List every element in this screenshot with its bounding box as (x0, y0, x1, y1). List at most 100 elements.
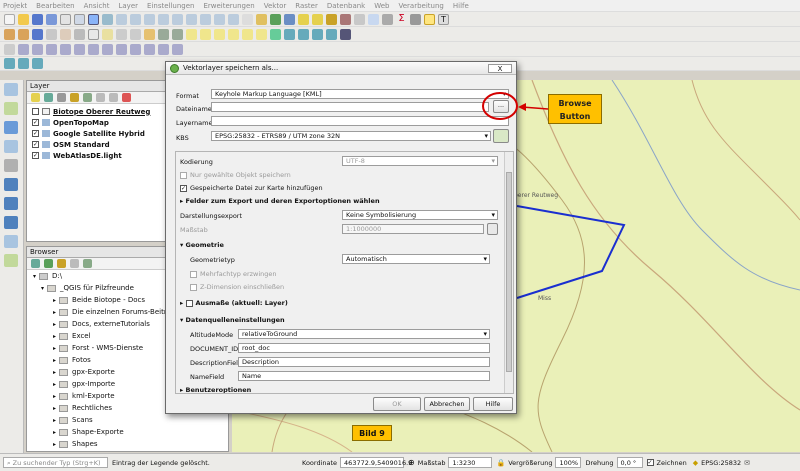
label-rotate-icon[interactable] (242, 28, 253, 40)
layername-input[interactable] (211, 116, 509, 126)
new-bookmark-icon[interactable] (256, 13, 267, 25)
select-icon[interactable] (298, 13, 309, 25)
expand-arrow-icon[interactable]: ▸ (53, 405, 56, 412)
open-folder-icon[interactable] (18, 13, 29, 25)
menu-raster[interactable]: Raster (295, 2, 318, 10)
expand-arrow-icon[interactable]: ▸ (53, 321, 56, 328)
add-spatialite-icon[interactable] (4, 140, 18, 153)
koordinate-value[interactable]: 463772.9,5409016.9 (340, 457, 412, 468)
menu-bearbeiten[interactable]: Bearbeiten (36, 2, 74, 10)
select-value-icon[interactable] (312, 13, 323, 25)
add-part-icon[interactable] (60, 43, 71, 55)
expand-arrow-icon[interactable]: ▸ (53, 297, 56, 304)
menu-einstellungen[interactable]: Einstellungen (147, 2, 194, 10)
format-select[interactable]: Keyhole Markup Language [KML] (211, 89, 509, 99)
save-as-icon[interactable] (46, 13, 57, 25)
bookmark-icon[interactable] (242, 13, 253, 25)
browser-filter-icon[interactable] (57, 259, 66, 268)
vergroesserung-value[interactable]: 100% (555, 457, 582, 468)
zoom-rubber-icon[interactable] (144, 13, 155, 25)
add-feature-icon[interactable] (60, 28, 71, 40)
merge-icon[interactable] (172, 43, 183, 55)
expand-arrow-icon[interactable]: ▸ (53, 441, 56, 448)
copy-icon[interactable] (130, 28, 141, 40)
help-button[interactable]: Hilfe (473, 397, 513, 411)
save-icon[interactable] (32, 13, 43, 25)
namefield-input[interactable]: Name (238, 371, 490, 381)
crs-selector-icon[interactable] (493, 129, 509, 143)
zoom-full-icon[interactable] (158, 13, 169, 25)
ok-button[interactable]: OK (373, 397, 421, 411)
mehrfachtyp-row[interactable]: Mehrfachtyp erzwingen (190, 270, 277, 278)
nur-gewaehlte-checkbox[interactable] (180, 171, 187, 179)
mehrfachtyp-checkbox[interactable] (190, 270, 197, 278)
globe-icon[interactable] (284, 28, 295, 40)
add-wms-icon[interactable] (4, 178, 18, 191)
wms-icon[interactable] (298, 28, 309, 40)
label-show-icon[interactable] (214, 28, 225, 40)
scrollbar-thumb[interactable] (506, 172, 512, 372)
identify-icon[interactable] (284, 13, 295, 25)
browse-button[interactable]: ... (493, 100, 509, 113)
filter-expression-icon[interactable] (83, 93, 92, 102)
massstab-input[interactable]: 1:1000000 (342, 224, 484, 234)
drehung-value[interactable]: 0,0 ° (616, 457, 643, 468)
gespeicherte-checkbox[interactable]: ✓ (180, 184, 187, 192)
expand-arrow-icon[interactable]: ▸ (53, 417, 56, 424)
locator-search[interactable]: ⌕ Zu suchender Typ (Strg+K) (3, 457, 108, 468)
geometrie-section[interactable]: ▾ Geometrie (180, 241, 224, 249)
digitize-icon[interactable] (46, 28, 57, 40)
menu-ansicht[interactable]: Ansicht (84, 2, 110, 10)
z-dimension-checkbox[interactable] (190, 283, 197, 291)
print-layout-icon[interactable] (60, 13, 71, 25)
toolbox-icon[interactable] (368, 13, 379, 25)
add-vector-layer-icon[interactable] (4, 83, 18, 96)
split-parts-icon[interactable] (158, 43, 169, 55)
geometrietyp-select[interactable]: Automatisch (342, 254, 490, 264)
zoom-last-icon[interactable] (214, 13, 225, 25)
label-move-icon[interactable] (228, 28, 239, 40)
collapse-arrow-icon[interactable]: ▾ (33, 273, 36, 280)
expand-arrow-icon[interactable]: ▸ (53, 357, 56, 364)
pan-to-selection-icon[interactable] (102, 13, 113, 25)
expand-arrow-icon[interactable]: ▸ (53, 309, 56, 316)
menu-projekt[interactable]: Projekt (3, 2, 27, 10)
open-styling-icon[interactable] (31, 93, 40, 102)
menu-erweiterungen[interactable]: Erweiterungen (203, 2, 254, 10)
attribute-table-icon[interactable] (340, 13, 351, 25)
coordinate-toggle-icon[interactable]: ⊕ (408, 458, 415, 467)
expand-arrow-icon[interactable]: ▸ (53, 333, 56, 340)
rotate-feature-icon[interactable] (18, 43, 29, 55)
kodierung-select[interactable]: UTF-8 (342, 156, 498, 166)
altitude-select[interactable]: relativeToGround (238, 329, 490, 339)
python-icon[interactable] (340, 28, 351, 40)
simplify-icon[interactable] (32, 43, 43, 55)
expand-arrow-icon[interactable]: ▸ (53, 381, 56, 388)
delete-selected-icon[interactable] (102, 28, 113, 40)
undo-icon[interactable] (158, 28, 169, 40)
zoom-native-icon[interactable] (200, 13, 211, 25)
layer-checkbox[interactable]: ✓ (32, 141, 39, 148)
lock-icon[interactable]: 🔒 (496, 459, 505, 467)
menu-verarbeitung[interactable]: Verarbeitung (399, 2, 444, 10)
cancel-button[interactable]: Abbrechen (424, 397, 470, 411)
zoom-in-icon[interactable] (116, 13, 127, 25)
reshape-icon[interactable] (116, 43, 127, 55)
dateiname-input[interactable] (211, 102, 489, 112)
zeichnen-checkbox[interactable]: ✓ (646, 459, 654, 466)
add-selected-icon[interactable] (31, 259, 40, 268)
zoom-selection-icon[interactable] (172, 13, 183, 25)
browser-properties-icon[interactable] (83, 259, 92, 268)
toggle-editing-icon[interactable] (18, 28, 29, 40)
menu-datenbank[interactable]: Datenbank (327, 2, 365, 10)
menu-hilfe[interactable]: Hilfe (453, 2, 469, 10)
options-scroll-area[interactable]: Kodierung UTF-8 Nur gewählte Objekt spei… (175, 151, 514, 394)
docid-input[interactable]: root_doc (238, 343, 490, 353)
add-postgis-icon[interactable] (4, 121, 18, 134)
felder-section[interactable]: ▸ Felder zum Export und deren Exportopti… (180, 197, 380, 205)
browser-list-item[interactable]: ▸ Shape-Exporte (27, 426, 228, 438)
collapse-all-icon[interactable] (109, 93, 118, 102)
add-group-icon[interactable] (44, 93, 53, 102)
add-delimited-icon[interactable] (4, 235, 18, 248)
expand-arrow-icon[interactable]: ▸ (53, 345, 56, 352)
